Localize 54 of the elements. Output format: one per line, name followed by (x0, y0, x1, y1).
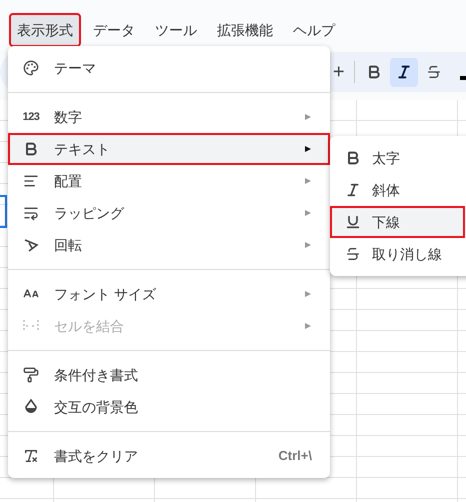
menu-item-label: 配置 (54, 172, 82, 190)
clear-format-icon (23, 448, 39, 464)
menu-item-label: ラッピング (54, 204, 124, 222)
paint-roller-icon (23, 367, 39, 383)
italic-button[interactable] (390, 58, 418, 86)
underline-icon (345, 214, 361, 230)
submenu-item[interactable]: 下線 (330, 206, 465, 238)
strikethrough-icon (426, 64, 442, 80)
droplet-icon (23, 399, 39, 415)
menu-item[interactable]: 配置 (8, 165, 330, 197)
menu-item-label: 条件付き書式 (54, 366, 138, 384)
submenu-item-label: 斜体 (372, 180, 400, 200)
menu-bar-item[interactable]: 拡張機能 (209, 13, 281, 47)
bold-icon (23, 141, 39, 157)
menu-bar-item[interactable]: ツール (147, 13, 205, 47)
bold-icon (345, 150, 361, 166)
menu-item-label: 書式をクリア (54, 446, 138, 466)
text-color-bar (460, 76, 466, 80)
align-left-icon (23, 173, 39, 189)
menu-item[interactable]: 書式をクリア Ctrl+\ (8, 440, 330, 472)
menu-item[interactable]: テキスト (8, 133, 330, 165)
submenu-item-label: 下線 (372, 212, 400, 232)
submenu-item[interactable]: 太字 (330, 142, 465, 174)
menu-item-label: 交互の背景色 (54, 398, 138, 416)
submenu-item[interactable]: 斜体 (330, 174, 465, 206)
menu-bar-item[interactable]: 表示形式 (9, 13, 81, 47)
menu-item-label: テキスト (54, 140, 110, 158)
shortcut-label: Ctrl+\ (278, 447, 312, 466)
menu-item-label: 回転 (54, 236, 82, 254)
menu-item[interactable]: 回転 (8, 229, 330, 261)
menu-item-label: 数字 (54, 108, 82, 126)
italic-icon (345, 182, 361, 198)
submenu-item-label: 太字 (372, 148, 400, 168)
italic-icon (396, 64, 412, 80)
menu-item[interactable]: ラッピング (8, 197, 330, 229)
menu-item-label: テーマ (54, 58, 96, 78)
increase-font-size-button[interactable]: + (331, 62, 346, 82)
menu-item-label: セルを結合 (54, 316, 124, 336)
menu-item[interactable]: 交互の背景色 (8, 391, 330, 423)
menu-item[interactable]: 条件付き書式 (8, 359, 330, 391)
menu-item[interactable]: 123 数字 (8, 101, 330, 133)
menu-bar-item[interactable]: データ (85, 13, 143, 47)
strikethrough-icon (345, 246, 361, 262)
menu-bar-item[interactable]: ヘルプ (285, 13, 343, 47)
menu-item[interactable]: テーマ (8, 52, 330, 84)
rotate-icon (23, 237, 39, 253)
bold-icon (366, 64, 382, 80)
number-icon: 123 (22, 108, 40, 126)
palette-icon (23, 60, 39, 76)
menu-item[interactable]: フォント サイズ (8, 278, 330, 310)
submenu-item[interactable]: 取り消し線 (330, 238, 465, 270)
submenu-item-label: 取り消し線 (372, 244, 442, 264)
text-wrap-icon (23, 205, 39, 221)
menu-item-label: フォント サイズ (54, 284, 156, 304)
